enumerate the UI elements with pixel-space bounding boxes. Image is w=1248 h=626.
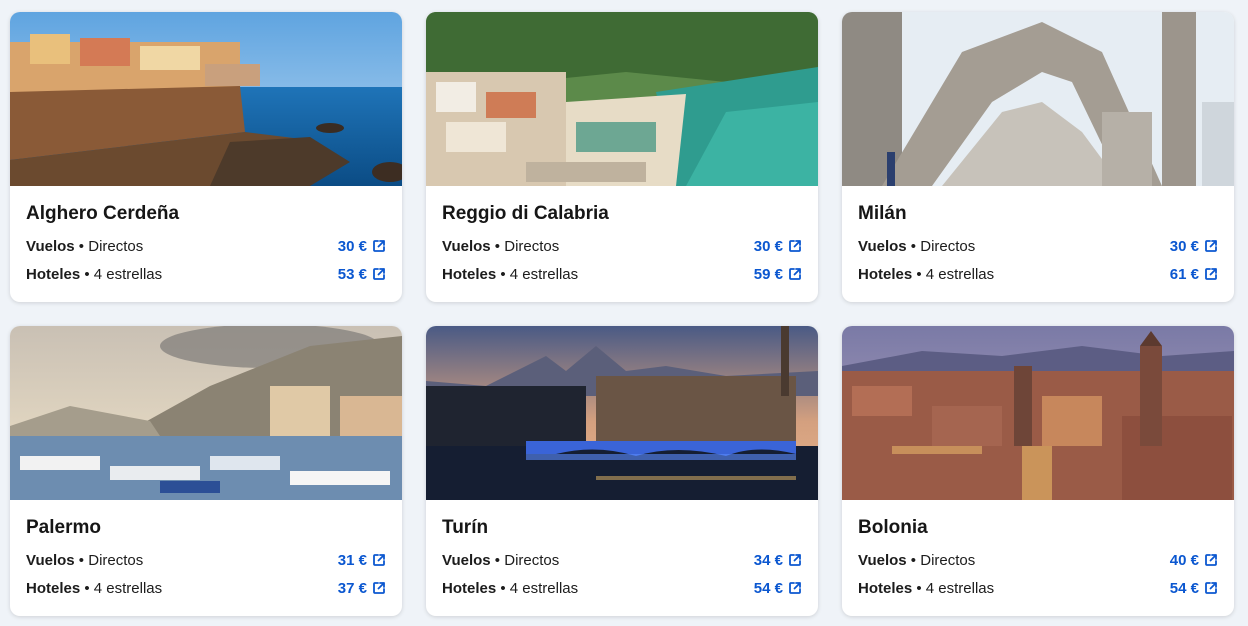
destination-name: Bolonia xyxy=(858,517,928,538)
external-link-icon xyxy=(1205,240,1217,252)
flights-row: Vuelos • Directos 40 € xyxy=(858,546,1218,574)
flights-type: Directos xyxy=(88,237,144,255)
hotels-price-link[interactable]: 37 € xyxy=(338,580,386,597)
hotels-price: 37 € xyxy=(337,579,367,597)
flights-label: Vuelos xyxy=(858,551,907,569)
destination-card[interactable]: Turín Vuelos • Directos 34 € Hoteles • 4… xyxy=(426,326,818,616)
hotels-price: 54 € xyxy=(1169,579,1199,597)
flights-type: Directos xyxy=(88,551,144,569)
hotels-row: Hoteles • 4 estrellas 61 € xyxy=(858,260,1218,288)
external-link-icon xyxy=(373,554,385,566)
destination-photo xyxy=(842,326,1234,500)
flights-price-link[interactable]: 30 € xyxy=(754,238,802,255)
destination-photo xyxy=(10,326,402,500)
destination-photo xyxy=(842,12,1234,186)
flights-type: Directos xyxy=(504,237,560,255)
hotels-type: 4 estrellas xyxy=(509,265,579,283)
destination-name: Palermo xyxy=(26,517,101,538)
hotels-label: Hoteles xyxy=(858,265,913,283)
flights-price: 40 € xyxy=(1169,551,1199,569)
flights-type: Directos xyxy=(504,551,560,569)
destination-name: Alghero Cerdeña xyxy=(26,203,180,224)
hotels-row: Hoteles • 4 estrellas 54 € xyxy=(858,574,1218,602)
flights-price-link[interactable]: 40 € xyxy=(1170,552,1218,569)
flights-price: 30 € xyxy=(753,237,783,255)
hotels-price-link[interactable]: 61 € xyxy=(1170,266,1218,283)
flights-price: 31 € xyxy=(337,551,367,569)
flights-row: Vuelos • Directos 30 € xyxy=(442,232,802,260)
external-link-icon xyxy=(1205,268,1217,280)
hotels-label: Hoteles xyxy=(858,579,913,597)
flights-label: Vuelos xyxy=(26,551,75,569)
flights-label: Vuelos xyxy=(858,237,907,255)
flights-label: Vuelos xyxy=(26,237,75,255)
hotels-price-link[interactable]: 59 € xyxy=(754,266,802,283)
hotels-type: 4 estrellas xyxy=(925,579,995,597)
external-link-icon xyxy=(1205,554,1217,566)
flights-price: 34 € xyxy=(753,551,783,569)
flights-row: Vuelos • Directos 34 € xyxy=(442,546,802,574)
hotels-label: Hoteles xyxy=(26,579,81,597)
flights-price-link[interactable]: 30 € xyxy=(1170,238,1218,255)
flights-row: Vuelos • Directos 30 € xyxy=(26,232,386,260)
external-link-icon xyxy=(789,554,801,566)
hotels-price-link[interactable]: 53 € xyxy=(338,266,386,283)
destination-card[interactable]: Milán Vuelos • Directos 30 € Hoteles • 4… xyxy=(842,12,1234,302)
destination-card[interactable]: Reggio di Calabria Vuelos • Directos 30 … xyxy=(426,12,818,302)
hotels-type: 4 estrellas xyxy=(93,579,163,597)
destination-photo xyxy=(426,12,818,186)
hotels-price: 53 € xyxy=(337,265,367,283)
hotels-type: 4 estrellas xyxy=(93,265,163,283)
hotels-row: Hoteles • 4 estrellas 54 € xyxy=(442,574,802,602)
external-link-icon xyxy=(373,240,385,252)
flights-label: Vuelos xyxy=(442,237,491,255)
flights-type: Directos xyxy=(920,551,976,569)
flights-price-link[interactable]: 31 € xyxy=(338,552,386,569)
hotels-price: 59 € xyxy=(753,265,783,283)
destination-name: Turín xyxy=(442,517,489,538)
external-link-icon xyxy=(1205,582,1217,594)
hotels-price: 54 € xyxy=(753,579,783,597)
hotels-type: 4 estrellas xyxy=(509,579,579,597)
hotels-row: Hoteles • 4 estrellas 37 € xyxy=(26,574,386,602)
flights-row: Vuelos • Directos 31 € xyxy=(26,546,386,574)
destination-name: Reggio di Calabria xyxy=(442,203,609,224)
destination-card[interactable]: Alghero Cerdeña Vuelos • Directos 30 € H… xyxy=(10,12,402,302)
hotels-label: Hoteles xyxy=(442,265,497,283)
destination-card[interactable]: Bolonia Vuelos • Directos 40 € Hoteles •… xyxy=(842,326,1234,616)
external-link-icon xyxy=(789,268,801,280)
hotels-row: Hoteles • 4 estrellas 53 € xyxy=(26,260,386,288)
destination-photo xyxy=(426,326,818,500)
destination-card[interactable]: Palermo Vuelos • Directos 31 € Hoteles •… xyxy=(10,326,402,616)
flights-type: Directos xyxy=(920,237,976,255)
destination-grid: Alghero Cerdeña Vuelos • Directos 30 € H… xyxy=(10,12,1234,616)
flights-row: Vuelos • Directos 30 € xyxy=(858,232,1218,260)
flights-price-link[interactable]: 30 € xyxy=(338,238,386,255)
external-link-icon xyxy=(789,240,801,252)
hotels-type: 4 estrellas xyxy=(925,265,995,283)
flights-price: 30 € xyxy=(1169,237,1199,255)
hotels-row: Hoteles • 4 estrellas 59 € xyxy=(442,260,802,288)
external-link-icon xyxy=(789,582,801,594)
flights-label: Vuelos xyxy=(442,551,491,569)
external-link-icon xyxy=(373,268,385,280)
flights-price-link[interactable]: 34 € xyxy=(754,552,802,569)
external-link-icon xyxy=(373,582,385,594)
destination-photo xyxy=(10,12,402,186)
hotels-label: Hoteles xyxy=(26,265,81,283)
hotels-price: 61 € xyxy=(1169,265,1199,283)
hotels-price-link[interactable]: 54 € xyxy=(1170,580,1218,597)
flights-price: 30 € xyxy=(337,237,367,255)
hotels-label: Hoteles xyxy=(442,579,497,597)
destination-name: Milán xyxy=(858,203,907,224)
hotels-price-link[interactable]: 54 € xyxy=(754,580,802,597)
